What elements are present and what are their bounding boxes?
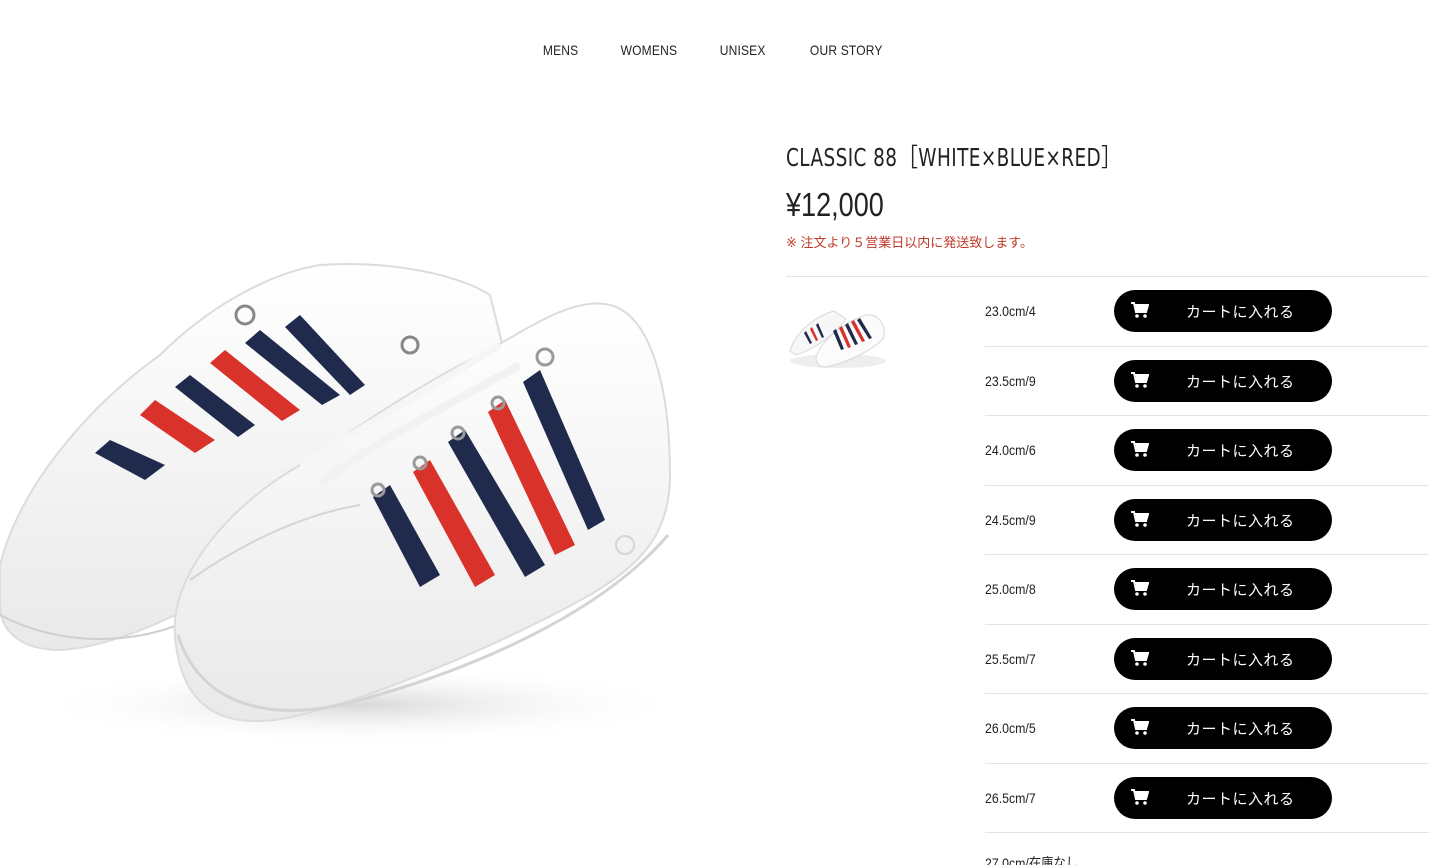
add-to-cart-label: カートに入れる [1186, 650, 1295, 669]
size-row: 23.5cm/9 カートに入れる [985, 347, 1429, 416]
sneaker-thumbnail-image [789, 310, 886, 368]
variant-selector: 23.0cm/4 カートに入れる 23.5cm/9 カートに入れる 24.0cm… [786, 276, 1429, 865]
size-label: 24.0cm/6 [985, 442, 1036, 459]
size-row: 25.0cm/8 カートに入れる [985, 555, 1429, 625]
add-to-cart-button[interactable]: カートに入れる [1114, 776, 1332, 819]
cart-icon [1131, 580, 1149, 597]
size-label: 26.5cm/7 [985, 789, 1036, 806]
nav-womens[interactable]: WOMENS [621, 42, 678, 58]
add-to-cart-label: カートに入れる [1186, 720, 1295, 739]
product-price: ¥12,000 [786, 186, 884, 223]
nav-mens[interactable]: MENS [543, 42, 578, 58]
size-label: 23.0cm/4 [985, 303, 1036, 320]
size-row: 25.5cm/7 カートに入れる [985, 625, 1429, 694]
cart-icon [1131, 441, 1149, 458]
add-to-cart-label: カートに入れる [1186, 372, 1295, 391]
top-nav: MENS WOMENS UNISEX OUR STORY [0, 42, 1429, 62]
size-label: 24.5cm/9 [985, 511, 1036, 528]
size-label: 23.5cm/9 [985, 372, 1036, 389]
shipping-notice: ※ 注文より５営業日以内に発送致します。 [786, 235, 1033, 250]
nav-unisex[interactable]: UNISEX [720, 42, 766, 58]
nav-our-story[interactable]: OUR STORY [810, 42, 883, 58]
size-label: 26.0cm/5 [985, 720, 1036, 737]
cart-icon [1131, 788, 1149, 805]
size-label: 25.5cm/7 [985, 650, 1036, 667]
size-row: 23.0cm/4 カートに入れる [985, 277, 1429, 347]
product-image [0, 235, 690, 755]
color-thumbnail[interactable] [786, 291, 890, 371]
size-row: 24.5cm/9 カートに入れる [985, 486, 1429, 555]
add-to-cart-label: カートに入れる [1186, 442, 1295, 461]
size-row: 24.0cm/6 カートに入れる [985, 416, 1429, 486]
add-to-cart-button[interactable]: カートに入れる [1114, 568, 1332, 611]
add-to-cart-label: カートに入れる [1186, 789, 1295, 808]
add-to-cart-button[interactable]: カートに入れる [1114, 707, 1332, 750]
size-label: 25.0cm/8 [985, 581, 1036, 598]
add-to-cart-label: カートに入れる [1186, 581, 1295, 600]
cart-icon [1131, 302, 1149, 319]
add-to-cart-label: カートに入れる [1186, 511, 1295, 530]
cart-icon [1131, 371, 1149, 388]
size-row-sold-out: 27.0cm/在庫なし [985, 833, 1429, 865]
product-title: CLASSIC 88［WHITE×BLUE×RED］ [786, 143, 1123, 172]
cart-icon [1131, 510, 1149, 527]
add-to-cart-button[interactable]: カートに入れる [1114, 359, 1332, 402]
size-list: 23.0cm/4 カートに入れる 23.5cm/9 カートに入れる 24.0cm… [985, 277, 1429, 865]
product-info: CLASSIC 88［WHITE×BLUE×RED］ ¥12,000 ※ 注文よ… [786, 138, 1429, 251]
add-to-cart-label: カートに入れる [1186, 303, 1295, 322]
size-row: 26.0cm/5 カートに入れる [985, 694, 1429, 764]
sneaker-illustration [0, 263, 690, 745]
size-label: 27.0cm/在庫なし [985, 855, 1079, 865]
add-to-cart-button[interactable]: カートに入れる [1114, 498, 1332, 541]
size-row: 26.5cm/7 カートに入れる [985, 764, 1429, 833]
add-to-cart-button[interactable]: カートに入れる [1114, 429, 1332, 472]
add-to-cart-button[interactable]: カートに入れる [1114, 290, 1332, 333]
cart-icon [1131, 649, 1149, 666]
add-to-cart-button[interactable]: カートに入れる [1114, 637, 1332, 680]
cart-icon [1131, 719, 1149, 736]
